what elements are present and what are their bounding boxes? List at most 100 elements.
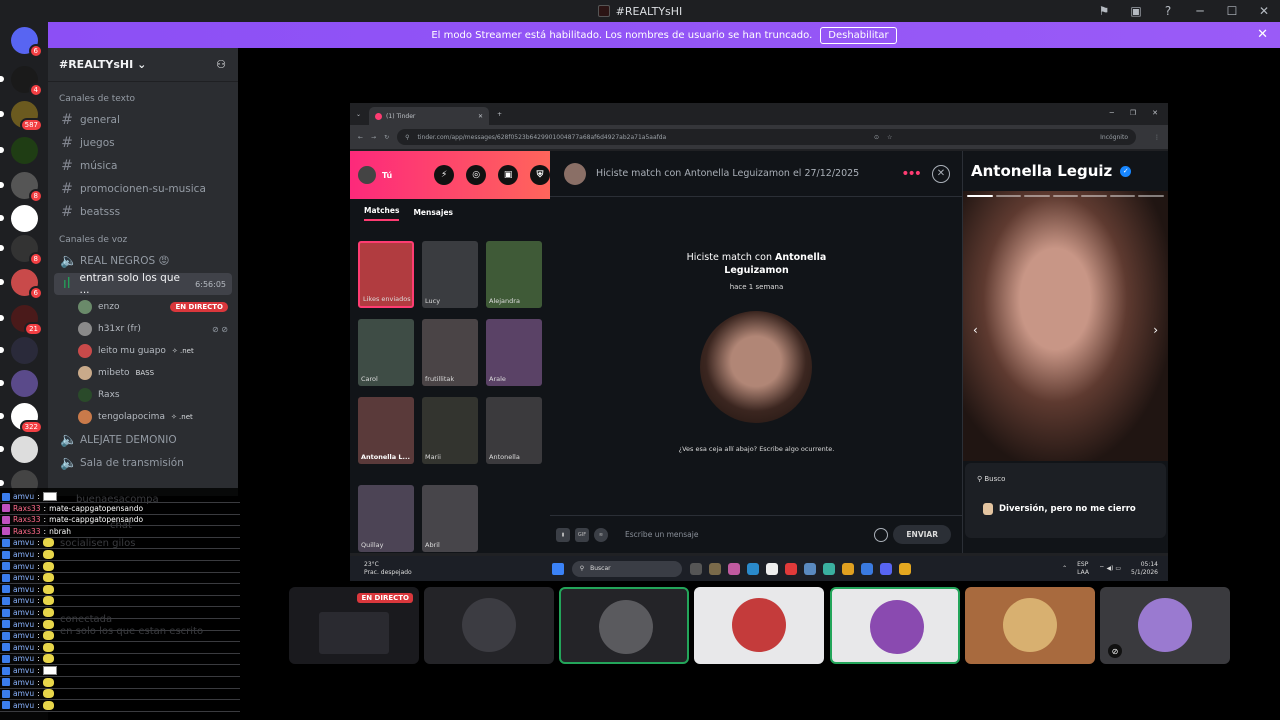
match-tile[interactable]: Carol xyxy=(358,319,414,386)
server-icon[interactable]: 8 xyxy=(11,235,43,266)
edge-icon[interactable] xyxy=(746,562,759,575)
location-icon[interactable]: ⊙ xyxy=(874,134,879,141)
incognito-badge[interactable]: Incógnito xyxy=(1100,134,1136,141)
voice-channel[interactable]: 🔈 ALEJATE DEMONIO xyxy=(54,429,232,451)
voice-user[interactable]: h31xr (fr) ⊘ ⊘ xyxy=(78,318,238,340)
server-icon[interactable]: 6 xyxy=(11,269,43,300)
boost-icon[interactable]: ⚡ xyxy=(434,165,455,185)
server-icon[interactable]: 8 xyxy=(11,172,43,203)
server-icon[interactable] xyxy=(11,370,38,397)
weather-widget[interactable]: 23°C Prac. despejado xyxy=(364,561,412,577)
back-icon[interactable]: ← xyxy=(358,134,363,141)
server-icon[interactable] xyxy=(11,436,38,463)
participant-tile[interactable] xyxy=(559,587,689,664)
match-tile[interactable]: Alejandra xyxy=(486,241,542,308)
voice-user[interactable]: Raxs xyxy=(78,384,238,406)
server-icon[interactable]: 322 xyxy=(11,403,43,434)
contact-card-icon[interactable]: ▮ xyxy=(556,527,570,542)
server-icon[interactable] xyxy=(11,337,38,364)
voice-user[interactable]: leito mu guapo ✧ .net xyxy=(78,340,238,362)
bookmark-star-icon[interactable]: ☆ xyxy=(887,134,892,141)
close-window-button[interactable]: ✕ xyxy=(1248,4,1280,18)
text-channel[interactable]: # música xyxy=(54,155,232,177)
participant-tile[interactable] xyxy=(965,587,1095,664)
explore-icon[interactable]: ◎ xyxy=(466,165,487,185)
forward-icon[interactable]: → xyxy=(371,134,376,141)
app-icon[interactable] xyxy=(803,562,816,575)
app-icon[interactable] xyxy=(860,562,873,575)
me-label[interactable]: Tú xyxy=(382,171,392,180)
text-channel[interactable]: # beatsss xyxy=(54,201,232,223)
send-button[interactable]: ENVIAR xyxy=(893,525,951,544)
shield-icon[interactable]: ⛨ xyxy=(530,165,550,185)
match-tile[interactable]: Arale xyxy=(486,319,542,386)
chrome-icon[interactable] xyxy=(898,562,911,575)
match-tile[interactable]: Antonella xyxy=(486,397,542,464)
browser-tab[interactable]: (1) Tinder ✕ xyxy=(369,107,490,125)
my-avatar[interactable] xyxy=(358,166,376,184)
text-category[interactable]: Canales de texto xyxy=(48,94,238,108)
close-tab-icon[interactable]: ✕ xyxy=(478,113,483,120)
tab-messages[interactable]: Mensajes xyxy=(413,208,453,221)
language-indicator[interactable]: ESP LAA xyxy=(1077,561,1089,577)
address-bar[interactable]: ⚲ tinder.com/app/messages/628f0523b64299… xyxy=(397,129,1136,145)
server-icon[interactable] xyxy=(11,137,38,164)
server-icon[interactable]: 587 xyxy=(11,101,43,132)
match-tile[interactable]: Quillay xyxy=(358,485,414,552)
text-channel[interactable]: # juegos xyxy=(54,132,232,154)
discord-home-icon[interactable]: 6 xyxy=(11,27,43,58)
match-avatar[interactable] xyxy=(564,162,586,185)
server-icon[interactable]: 4 xyxy=(11,66,43,97)
close-icon[interactable]: ✕ xyxy=(1152,109,1158,117)
participant-tile[interactable] xyxy=(830,587,960,664)
site-info-icon[interactable]: ⚲ xyxy=(405,134,409,141)
stream-window[interactable]: ⌄ (1) Tinder ✕ + ─ ❐ ✕ ← → ↻ ⚲ tinder.co… xyxy=(350,103,1168,581)
guild-header[interactable]: #REALTYsHI ⌄ ⚇ xyxy=(48,48,238,82)
voice-user[interactable]: mibeto BASS xyxy=(78,362,238,384)
match-photo[interactable] xyxy=(700,311,812,423)
participant-tile[interactable]: ⊘ xyxy=(1100,587,1230,664)
spotify-icon[interactable]: ≋ xyxy=(594,527,608,542)
prev-photo-icon[interactable]: ‹ xyxy=(973,323,978,337)
wifi-volume-icons[interactable]: ⌔ ◀) ▭ xyxy=(1099,565,1121,573)
windows-start-icon[interactable] xyxy=(551,562,564,575)
voice-channel[interactable]: 🔈 Sala de transmisión xyxy=(54,452,232,474)
discord-icon[interactable] xyxy=(879,562,892,575)
match-tile[interactable]: Antonella L... xyxy=(358,397,414,464)
app-icon[interactable] xyxy=(708,562,721,575)
profile-photo[interactable]: ‹ › xyxy=(963,191,1168,461)
participant-tile[interactable] xyxy=(424,587,554,664)
restore-icon[interactable]: ❐ xyxy=(1130,109,1136,117)
reload-icon[interactable]: ↻ xyxy=(384,134,389,141)
close-conversation-icon[interactable]: ✕ xyxy=(932,164,950,183)
app-icon[interactable] xyxy=(784,562,797,575)
match-tile[interactable]: Marii xyxy=(422,397,478,464)
menu-icon[interactable]: ⋮ xyxy=(1154,134,1168,141)
match-tile[interactable]: frutillitak xyxy=(422,319,478,386)
app-icon[interactable] xyxy=(841,562,854,575)
disable-streamer-button[interactable]: Deshabilitar xyxy=(820,26,897,44)
next-photo-icon[interactable]: › xyxy=(1153,323,1158,337)
text-channel[interactable]: # general xyxy=(54,109,232,131)
app-icon[interactable] xyxy=(689,562,702,575)
minimize-icon[interactable]: ─ xyxy=(1110,109,1114,117)
inbox-icon[interactable]: ⚑ xyxy=(1088,4,1120,18)
voice-user[interactable]: enzo EN DIRECTO xyxy=(78,296,238,318)
maximize-button[interactable]: ☐ xyxy=(1216,4,1248,18)
invite-people-icon[interactable]: ⚇ xyxy=(216,58,226,71)
close-banner-icon[interactable]: ✕ xyxy=(1257,27,1268,42)
message-input[interactable]: Escribe un mensaje xyxy=(625,530,869,539)
more-options-icon[interactable]: ••• xyxy=(901,166,922,182)
new-tab-icon[interactable]: + xyxy=(497,111,502,118)
briefcase-icon[interactable]: ▣ xyxy=(498,165,519,185)
participant-tile[interactable] xyxy=(694,587,824,664)
match-tile[interactable]: Abril xyxy=(422,485,478,552)
clock[interactable]: 05:14 5/1/2026 xyxy=(1131,561,1158,577)
text-channel[interactable]: # promocionen-su-musica xyxy=(54,178,232,200)
taskbar-search[interactable]: ⚲ Buscar xyxy=(571,560,682,577)
stream-preview-tile[interactable]: EN DIRECTO xyxy=(289,587,419,664)
gif-icon[interactable]: GIF xyxy=(575,527,589,542)
help-icon[interactable]: ? xyxy=(1152,4,1184,18)
chevron-up-icon[interactable]: ⌃ xyxy=(1062,565,1067,573)
minimize-button[interactable]: ─ xyxy=(1184,4,1216,18)
